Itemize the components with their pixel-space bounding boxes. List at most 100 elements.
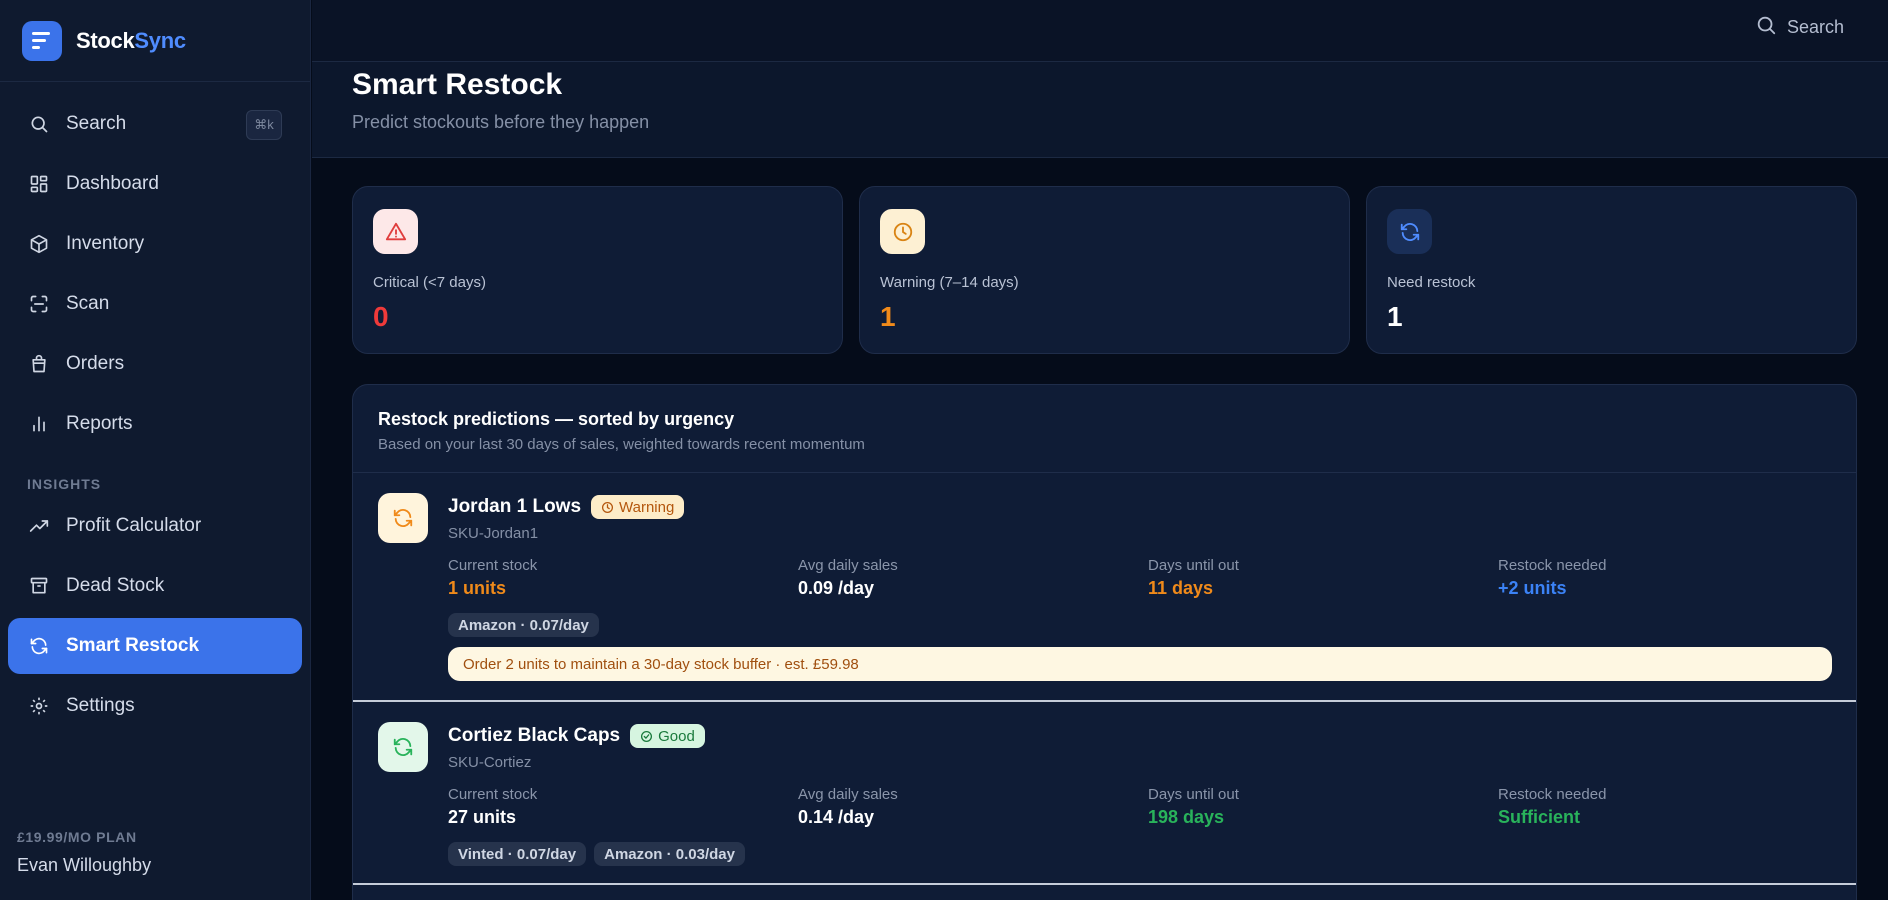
grid-icon bbox=[28, 173, 50, 195]
metric-label: Avg daily sales bbox=[798, 557, 898, 574]
shortcut-badge: ⌘k bbox=[246, 110, 282, 140]
metric-value: 198 days bbox=[1148, 807, 1225, 827]
sidebar-item-settings[interactable]: Settings bbox=[8, 678, 302, 734]
stat-cards: Critical (<7 days) 0 Warning (7–14 days)… bbox=[352, 186, 1857, 354]
stat-card-need-restock: Need restock 1 bbox=[1366, 186, 1857, 354]
metric-label: Days until out bbox=[1148, 786, 1239, 803]
sidebar-item-label: Dead Stock bbox=[66, 575, 165, 596]
page-subtitle: Predict stockouts before they happen bbox=[352, 112, 650, 132]
channel-chip: Amazon · 0.03/day bbox=[594, 842, 745, 866]
sidebar-item-label: Smart Restock bbox=[66, 635, 200, 656]
metric-restock-needed: Restock needed Sufficient bbox=[1498, 786, 1848, 828]
product-title: Jordan 1 Lows Warning bbox=[448, 495, 685, 519]
stat-value: 0 bbox=[373, 301, 389, 332]
channel-chips: Vinted · 0.07/day Amazon · 0.03/day bbox=[448, 842, 745, 866]
brand-name: StockSync bbox=[76, 27, 186, 53]
panel-title: Restock predictions — sorted by urgency bbox=[378, 409, 735, 429]
sidebar-item-dead-stock[interactable]: Dead Stock bbox=[8, 558, 302, 614]
sidebar-item-search[interactable]: Search ⌘k bbox=[8, 96, 302, 152]
panel-header: Restock predictions — sorted by urgency … bbox=[353, 385, 1856, 473]
sidebar-item-scan[interactable]: Scan bbox=[8, 276, 302, 332]
sidebar: StockSync Search ⌘k Dashboard Inventory bbox=[0, 0, 311, 900]
sidebar-item-label: Scan bbox=[66, 293, 110, 314]
product-name: Jordan 1 Lows bbox=[448, 496, 582, 517]
bag-icon bbox=[28, 353, 50, 375]
refresh-icon bbox=[378, 493, 428, 543]
logo-icon bbox=[22, 20, 62, 61]
sidebar-item-label: Dashboard bbox=[66, 173, 159, 194]
status-badge-label: Warning bbox=[619, 498, 675, 516]
page-header: Smart Restock Predict stockouts before t… bbox=[312, 62, 1888, 158]
metric-value: Sufficient bbox=[1498, 807, 1581, 827]
refresh-icon bbox=[1387, 209, 1432, 254]
stat-value: 1 bbox=[1387, 301, 1403, 332]
top-search-button[interactable]: Search bbox=[1755, 14, 1844, 41]
metrics: Current stock 27 units Avg daily sales 0… bbox=[448, 786, 1848, 828]
metric-value: +2 units bbox=[1498, 578, 1567, 598]
sidebar-item-smart-restock[interactable]: Smart Restock bbox=[8, 618, 302, 674]
stat-value: 1 bbox=[880, 301, 896, 332]
product-name: Cortiez Black Caps bbox=[448, 725, 621, 746]
trend-up-icon bbox=[28, 515, 50, 537]
status-badge-label: Good bbox=[658, 727, 695, 745]
metric-current-stock: Current stock 1 units bbox=[448, 557, 798, 599]
sidebar-item-reports[interactable]: Reports bbox=[8, 396, 302, 452]
metric-days-until-out: Days until out 11 days bbox=[1148, 557, 1498, 599]
metric-label: Restock needed bbox=[1498, 557, 1607, 574]
sidebar-item-label: Inventory bbox=[66, 233, 145, 254]
brand[interactable]: StockSync bbox=[0, 0, 310, 82]
plan-label: £19.99/MO PLAN bbox=[17, 829, 137, 845]
metric-label: Restock needed bbox=[1498, 786, 1607, 803]
product-sku: SKU-Jordan1 bbox=[448, 525, 539, 542]
status-badge: Warning bbox=[591, 495, 685, 519]
check-circle-icon bbox=[641, 730, 653, 742]
sidebar-item-label: Profit Calculator bbox=[66, 515, 202, 536]
product-title: Cortiez Black Caps Good bbox=[448, 724, 705, 748]
scan-icon bbox=[28, 293, 50, 315]
search-icon bbox=[28, 113, 50, 135]
stat-card-critical: Critical (<7 days) 0 bbox=[352, 186, 843, 354]
refresh-icon bbox=[28, 635, 50, 657]
sidebar-item-label: Reports bbox=[66, 413, 133, 434]
section-label-insights: INSIGHTS bbox=[27, 476, 102, 492]
page-title: Smart Restock bbox=[352, 68, 563, 101]
metric-days-until-out: Days until out 198 days bbox=[1148, 786, 1498, 828]
metric-value: 27 units bbox=[448, 807, 517, 827]
metric-avg-daily-sales: Avg daily sales 0.09 /day bbox=[798, 557, 1148, 599]
metric-restock-needed: Restock needed +2 units bbox=[1498, 557, 1848, 599]
sidebar-item-inventory[interactable]: Inventory bbox=[8, 216, 302, 272]
metric-value: 0.09 /day bbox=[798, 578, 875, 598]
restock-predictions-panel: Restock predictions — sorted by urgency … bbox=[352, 384, 1857, 900]
stat-label: Warning (7–14 days) bbox=[880, 274, 1019, 291]
metric-label: Current stock bbox=[448, 786, 538, 803]
channel-chip: Amazon · 0.07/day bbox=[448, 613, 599, 637]
prediction-row[interactable]: Cortiez Black Caps Good SKU-Cortiez Curr… bbox=[353, 702, 1856, 885]
metric-label: Current stock bbox=[448, 557, 538, 574]
metric-label: Days until out bbox=[1148, 557, 1239, 574]
sidebar-item-orders[interactable]: Orders bbox=[8, 336, 302, 392]
clock-icon bbox=[602, 501, 614, 513]
metric-avg-daily-sales: Avg daily sales 0.14 /day bbox=[798, 786, 1148, 828]
stat-label: Critical (<7 days) bbox=[373, 274, 486, 291]
stat-card-warning: Warning (7–14 days) 1 bbox=[859, 186, 1350, 354]
metric-current-stock: Current stock 27 units bbox=[448, 786, 798, 828]
sidebar-item-dashboard[interactable]: Dashboard bbox=[8, 156, 302, 212]
search-icon bbox=[1755, 14, 1777, 41]
bar-chart-icon bbox=[28, 413, 50, 435]
prediction-row[interactable]: Jordan 1 Lows Warning SKU-Jordan1 Curren… bbox=[353, 473, 1856, 702]
sidebar-nav: Search ⌘k Dashboard Inventory Scan Order… bbox=[0, 82, 310, 734]
user-name[interactable]: Evan Willoughby bbox=[17, 855, 151, 876]
plan-info: £19.99/MO PLAN Evan Willoughby bbox=[17, 829, 151, 876]
archive-icon bbox=[28, 575, 50, 597]
metric-value: 0.14 /day bbox=[798, 807, 875, 827]
refresh-icon bbox=[378, 722, 428, 772]
topbar: Search bbox=[312, 0, 1888, 62]
product-sku: SKU-Cortiez bbox=[448, 754, 532, 771]
channel-chip: Vinted · 0.07/day bbox=[448, 842, 587, 866]
status-badge: Good bbox=[630, 724, 705, 748]
alert-triangle-icon bbox=[373, 209, 418, 254]
sidebar-item-profit-calculator[interactable]: Profit Calculator bbox=[8, 498, 302, 554]
box-icon bbox=[28, 233, 50, 255]
stat-label: Need restock bbox=[1387, 274, 1476, 291]
gear-icon bbox=[28, 695, 50, 717]
